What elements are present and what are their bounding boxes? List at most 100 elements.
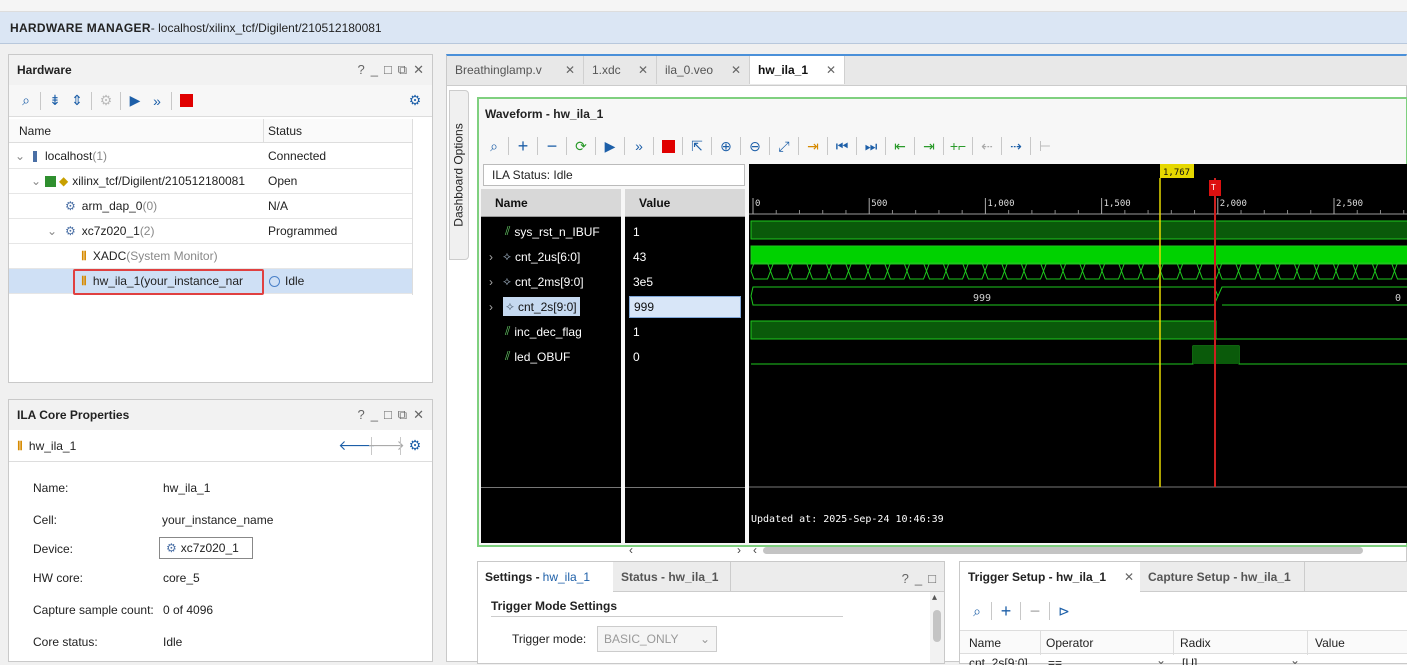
tab-hw-ila-1[interactable]: hw_ila_1 ✕: [750, 56, 845, 84]
close-icon[interactable]: ✕: [413, 62, 424, 78]
auto-connect-icon[interactable]: ⚙: [95, 90, 117, 112]
run-trigger-icon[interactable]: ▶: [599, 135, 621, 157]
close-icon[interactable]: ✕: [1124, 570, 1134, 584]
tree-row-xadc[interactable]: Ⅱ XADC (System Monitor): [9, 244, 412, 269]
zoom-fit-icon[interactable]: ⤢: [773, 135, 795, 157]
tab-breathinglamp[interactable]: Breathinglamp.v ✕: [447, 56, 584, 84]
prev-marker-icon[interactable]: ⇠: [976, 135, 998, 157]
column-name[interactable]: Name: [19, 124, 51, 138]
tree-row-target[interactable]: ⌄ ◆ xilinx_tcf/Digilent/210512180081 Ope…: [9, 169, 412, 194]
scrollbar-thumb[interactable]: [933, 610, 941, 642]
app-title: HARDWARE MANAGER: [10, 20, 151, 35]
run-trigger-icon[interactable]: ▶: [124, 90, 146, 112]
signal-row[interactable]: › ⟡ cnt_2s[9:0]: [481, 294, 621, 319]
next-marker-icon[interactable]: ⇢: [1005, 135, 1027, 157]
close-icon[interactable]: ✕: [826, 63, 836, 77]
settings-scrollbar[interactable]: ▴: [930, 592, 944, 663]
float-icon[interactable]: ⧉: [398, 407, 407, 423]
run-immediate-icon[interactable]: »: [146, 90, 168, 112]
tab-ila-0-veo[interactable]: ila_0.veo ✕: [657, 56, 750, 84]
scroll-left-icon[interactable]: ‹: [629, 543, 633, 557]
chevron-down-icon: ⌄: [1156, 655, 1167, 665]
trigger-operator[interactable]: ==: [1048, 656, 1062, 665]
stop-icon[interactable]: [175, 90, 197, 112]
minimize-icon[interactable]: _: [371, 62, 378, 78]
forward-arrow-icon[interactable]: 🡒: [367, 435, 405, 457]
settings-gear-icon[interactable]: ⚙: [404, 435, 426, 457]
signal-row[interactable]: › ⟡ cnt_2us[6:0]: [481, 244, 621, 269]
help-icon[interactable]: ?: [357, 407, 364, 423]
go-to-start-icon[interactable]: ⏮: [831, 135, 853, 157]
trigger-radix[interactable]: [U]: [1182, 656, 1197, 665]
tab-settings[interactable]: Settings - hw_ila_1: [478, 562, 613, 592]
back-arrow-icon[interactable]: 🡐: [338, 435, 376, 457]
go-to-end-icon[interactable]: ⏭: [860, 135, 882, 157]
scrollbar-thumb[interactable]: [763, 546, 1363, 554]
add-icon[interactable]: +: [995, 600, 1017, 622]
close-icon[interactable]: ✕: [565, 63, 575, 77]
search-icon[interactable]: ⌕: [966, 600, 988, 622]
add-icon[interactable]: +: [512, 135, 534, 157]
signal-row[interactable]: ⫽ sys_rst_n_IBUF: [481, 219, 621, 244]
tab-trigger-setup[interactable]: Trigger Setup - hw_ila_1 ✕: [960, 562, 1140, 592]
go-to-cursor-icon[interactable]: ⇥: [802, 135, 824, 157]
condition-gate-icon[interactable]: ⊳: [1053, 600, 1075, 622]
scroll-right-icon[interactable]: ›: [737, 543, 741, 557]
column-radix[interactable]: Radix: [1180, 636, 1211, 650]
zoom-out-icon[interactable]: ⊖: [744, 135, 766, 157]
scroll-left-icon[interactable]: ‹: [753, 543, 757, 557]
signal-row[interactable]: › ⟡ cnt_2ms[9:0]: [481, 269, 621, 294]
add-marker-icon[interactable]: +⌐: [947, 135, 969, 157]
waveform-canvas[interactable]: 0 500 1,000 1,500 2,000 2,500 999 0 1,76…: [749, 164, 1407, 543]
next-transition-icon[interactable]: ⇥: [918, 135, 940, 157]
column-value[interactable]: Value: [1315, 636, 1345, 650]
tab-status[interactable]: Status - hw_ila_1: [613, 562, 731, 592]
help-icon[interactable]: ?: [902, 571, 909, 586]
zoom-in-icon[interactable]: ⊕: [715, 135, 737, 157]
collapse-all-icon[interactable]: ⇟: [44, 90, 66, 112]
swap-cursors-icon[interactable]: ⊢: [1034, 135, 1056, 157]
name-scrollbar[interactable]: ‹ ›: [625, 543, 745, 557]
device-link[interactable]: ⚙ xc7z020_1: [159, 537, 253, 559]
maximize-icon[interactable]: □: [928, 571, 936, 586]
settings-link[interactable]: hw_ila_1: [543, 570, 590, 584]
remove-icon[interactable]: −: [1024, 600, 1046, 622]
close-icon[interactable]: ✕: [638, 63, 648, 77]
tab-1-xdc[interactable]: 1.xdc ✕: [584, 56, 657, 84]
column-operator[interactable]: Operator: [1046, 636, 1093, 650]
run-immediate-icon[interactable]: »: [628, 135, 650, 157]
column-status[interactable]: Status: [268, 124, 302, 138]
expand-all-icon[interactable]: ⇕: [66, 90, 88, 112]
remove-icon[interactable]: −: [541, 135, 563, 157]
expand-chevron-icon[interactable]: ›: [489, 300, 503, 314]
settings-gear-icon[interactable]: ⚙: [404, 90, 426, 112]
tree-row-localhost[interactable]: ⌄ localhost (1) Connected: [9, 144, 412, 169]
signal-row[interactable]: ⫽ led_OBUF: [481, 344, 621, 369]
waveform-scrollbar[interactable]: ‹: [749, 543, 1407, 557]
dashboard-options-tab[interactable]: Dashboard Options: [449, 90, 469, 260]
help-icon[interactable]: ?: [357, 62, 364, 78]
tree-row-arm-dap[interactable]: ⚙ arm_dap_0 (0) N/A: [9, 194, 412, 219]
expand-chevron-icon[interactable]: ›: [489, 250, 503, 264]
maximize-icon[interactable]: □: [384, 62, 392, 78]
maximize-icon[interactable]: □: [384, 407, 392, 423]
minimize-icon[interactable]: _: [371, 407, 378, 423]
search-icon[interactable]: ⌕: [483, 135, 505, 157]
float-icon[interactable]: ⧉: [398, 62, 407, 78]
export-icon[interactable]: ⇱: [686, 135, 708, 157]
close-icon[interactable]: ✕: [731, 63, 741, 77]
signal-row[interactable]: ⫽ inc_dec_flag: [481, 319, 621, 344]
trigger-row[interactable]: cnt_2s[9:0] == ⌄ [U] ⌄: [960, 655, 1407, 665]
trigger-mode-select[interactable]: BASIC_ONLY ⌄: [597, 626, 717, 652]
prev-transition-icon[interactable]: ⇤: [889, 135, 911, 157]
minimize-icon[interactable]: _: [915, 571, 922, 586]
scroll-up-icon[interactable]: ▴: [932, 592, 937, 603]
refresh-icon[interactable]: ⟳: [570, 135, 592, 157]
column-name[interactable]: Name: [969, 636, 1001, 650]
tree-row-xc7z020[interactable]: ⌄ ⚙ xc7z020_1 (2) Programmed: [9, 219, 412, 244]
close-icon[interactable]: ✕: [413, 407, 424, 423]
stop-icon[interactable]: [657, 135, 679, 157]
search-icon[interactable]: ⌕: [15, 90, 37, 112]
tab-capture-setup[interactable]: Capture Setup - hw_ila_1: [1140, 562, 1305, 592]
expand-chevron-icon[interactable]: ›: [489, 275, 503, 289]
